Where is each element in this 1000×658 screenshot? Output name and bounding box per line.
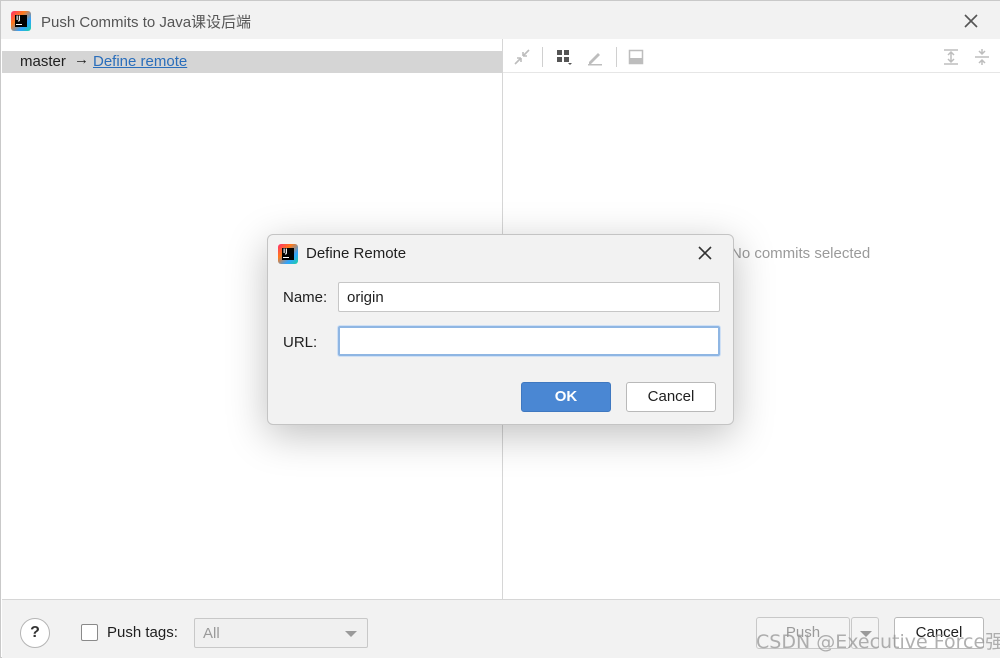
branch-name: master xyxy=(20,53,66,70)
dialog-close-icon[interactable] xyxy=(696,244,714,262)
intellij-logo-icon: IJ xyxy=(11,11,31,31)
url-field[interactable] xyxy=(338,326,720,356)
define-remote-dialog: IJ Define Remote Name: URL: OK Cancel xyxy=(267,234,734,425)
no-commits-selected-text: No commits selected xyxy=(731,245,871,262)
name-label: Name: xyxy=(283,289,328,306)
collapse-all-icon[interactable] xyxy=(971,46,993,68)
dialog-cancel-button[interactable]: Cancel xyxy=(626,382,716,412)
ok-button[interactable]: OK xyxy=(521,382,611,412)
url-label: URL: xyxy=(283,334,318,351)
title-bar: IJ Push Commits to Java课设后端 xyxy=(1,1,1000,39)
push-tags-label: Push tags: xyxy=(107,624,178,641)
details-toolbar xyxy=(503,39,1000,73)
branch-row[interactable]: master → Define remote xyxy=(2,51,502,73)
toolbar-separator xyxy=(542,47,543,67)
name-field[interactable] xyxy=(338,282,720,312)
push-tags-checkbox[interactable] xyxy=(81,624,98,641)
watermark-text: CSDN @Executive Force强 xyxy=(756,631,1000,653)
dialog-title: Define Remote xyxy=(306,245,407,262)
expand-all-icon[interactable] xyxy=(940,46,962,68)
preview-diff-icon[interactable] xyxy=(625,46,647,68)
window-title: Push Commits to Java课设后端 xyxy=(41,14,252,31)
collapse-arrows-icon[interactable] xyxy=(511,46,533,68)
toolbar-separator xyxy=(616,47,617,67)
tags-select[interactable]: All xyxy=(194,618,368,648)
window-close-icon[interactable] xyxy=(961,11,981,31)
define-remote-link[interactable]: Define remote xyxy=(93,53,187,70)
edit-icon[interactable] xyxy=(584,46,606,68)
intellij-logo-icon: IJ xyxy=(278,244,298,264)
chevron-down-icon xyxy=(345,631,357,637)
arrow-icon: → xyxy=(74,51,89,68)
group-by-icon[interactable] xyxy=(553,46,575,68)
tags-select-value: All xyxy=(203,625,220,642)
help-button[interactable]: ? xyxy=(20,618,50,648)
